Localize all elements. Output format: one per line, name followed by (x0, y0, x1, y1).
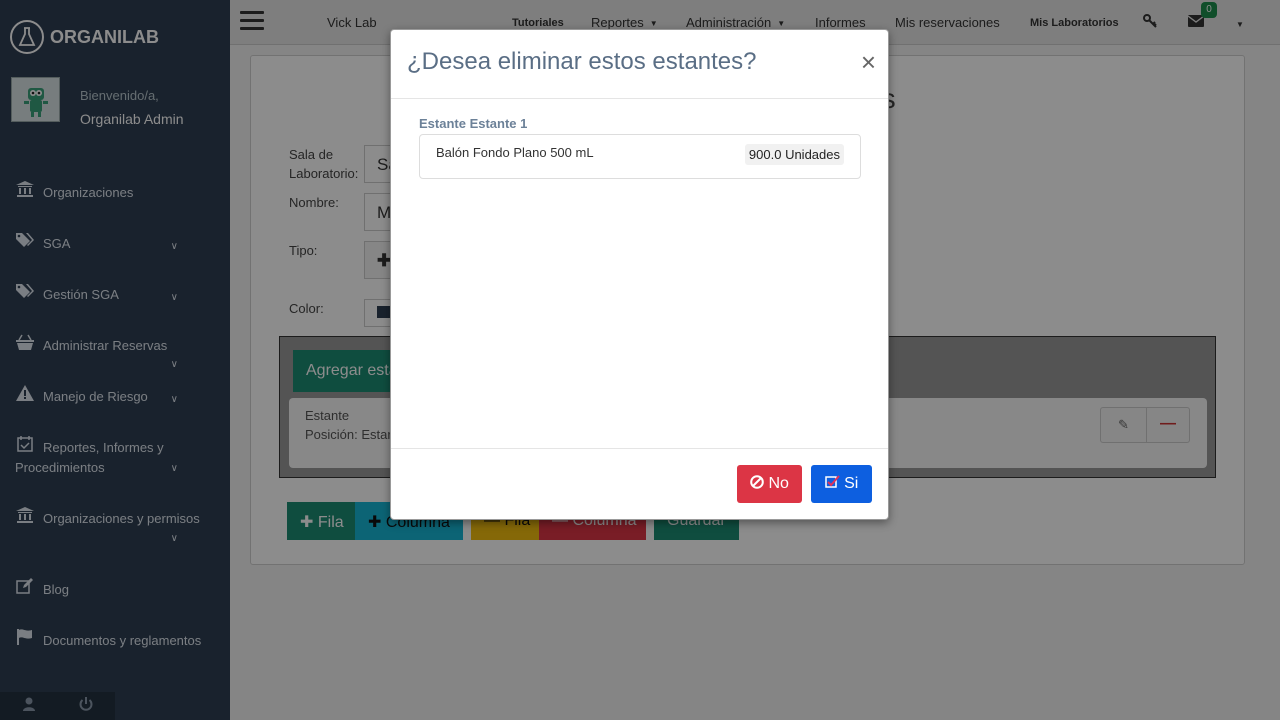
list-item-name: Balón Fondo Plano 500 mL (436, 145, 594, 160)
shelf-heading: Estante Estante 1 (419, 116, 528, 131)
no-label: No (768, 475, 789, 492)
delete-shelves-modal: ¿Desea eliminar estos estantes? × Estant… (390, 29, 889, 520)
yes-label: Si (844, 475, 859, 492)
check-icon (824, 475, 840, 492)
ban-icon (750, 475, 764, 492)
yes-button[interactable]: Si (811, 465, 872, 503)
modal-header: ¿Desea eliminar estos estantes? × (391, 30, 888, 99)
modal-footer: No Si (391, 448, 888, 520)
list-item-quantity: 900.0 Unidades (744, 144, 844, 165)
close-icon[interactable]: × (861, 49, 876, 75)
modal-title: ¿Desea eliminar estos estantes? (407, 48, 757, 75)
no-button[interactable]: No (737, 465, 802, 503)
shelf-items-list: Balón Fondo Plano 500 mL 900.0 Unidades (419, 134, 861, 179)
